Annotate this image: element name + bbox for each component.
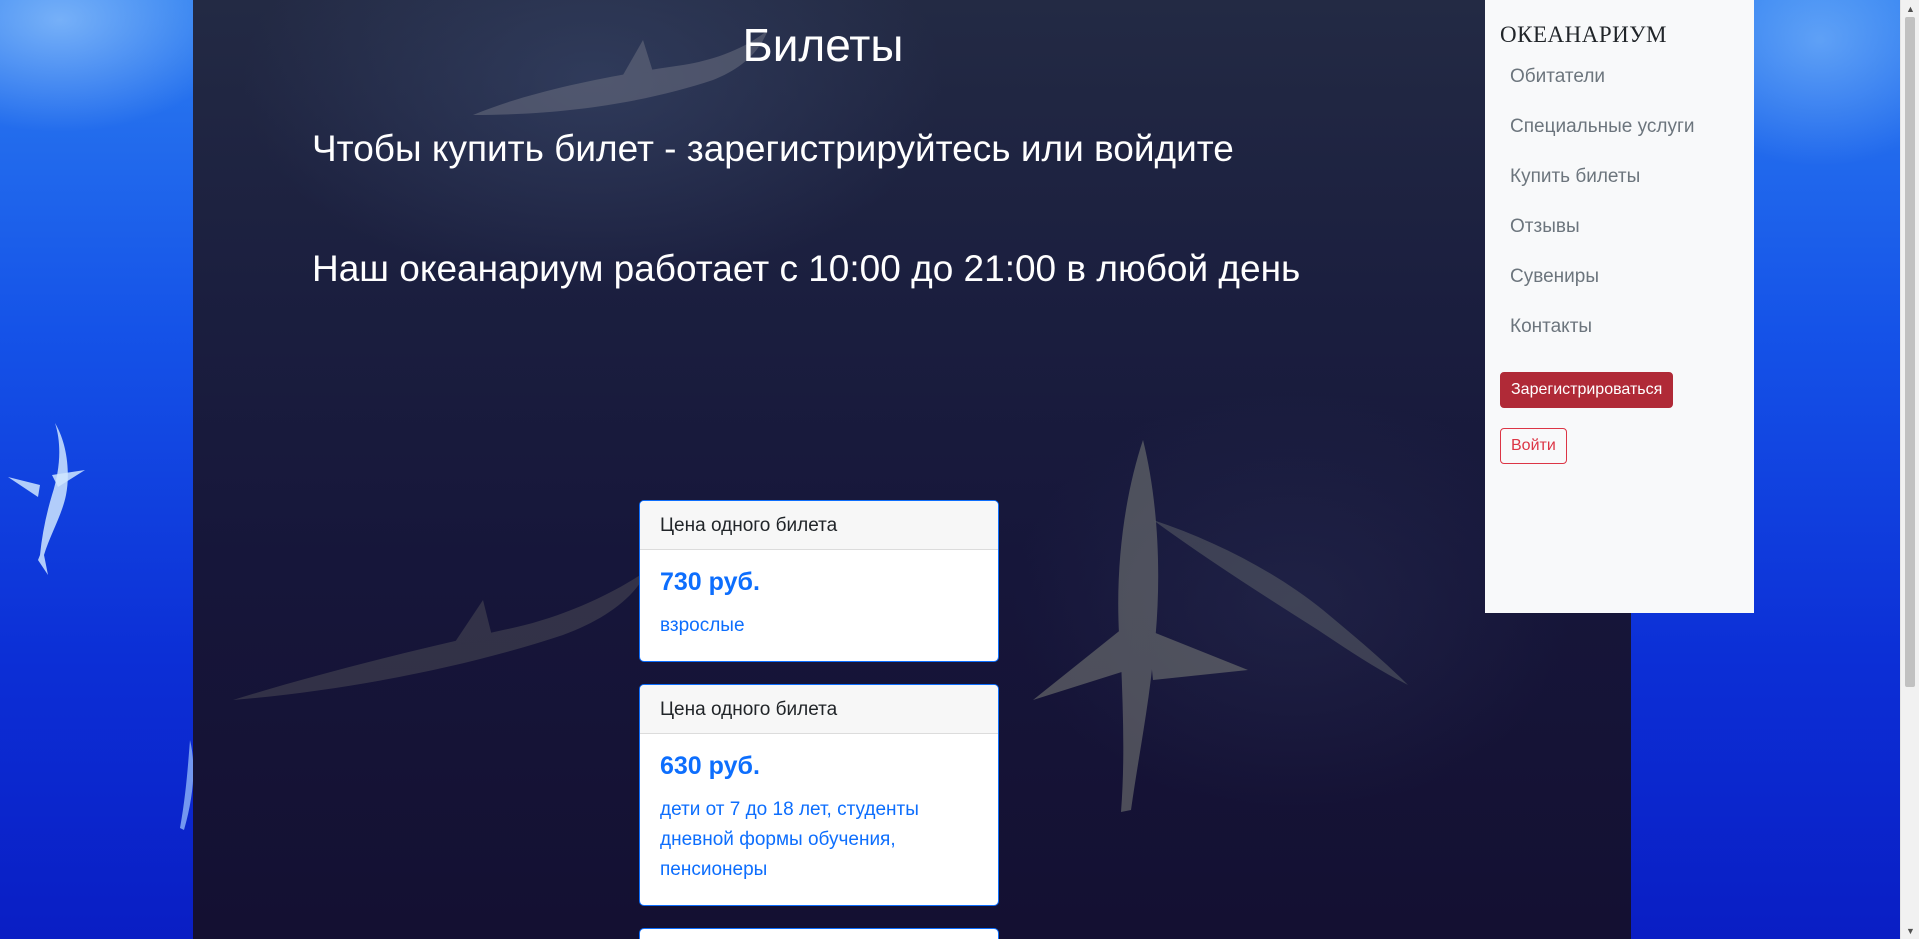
scroll-thumb[interactable]	[1905, 17, 1915, 687]
sidebar-item-buy-tickets[interactable]: Купить билеты	[1500, 162, 1739, 212]
shark-image-left	[8, 423, 85, 580]
ticket-price: 630 руб.	[660, 752, 760, 780]
sidebar-item-special-services[interactable]: Специальные услуги	[1500, 112, 1739, 162]
sidebar-item-inhabitants[interactable]: Обитатели	[1500, 62, 1739, 112]
brand-logo[interactable]: ОКЕАНАРИУМ	[1500, 22, 1739, 48]
shark-image-right	[1153, 520, 1408, 685]
ticket-card-partial	[639, 928, 999, 939]
sidebar-nav: ОКЕАНАРИУМ Обитатели Специальные услуги …	[1485, 0, 1754, 613]
vertical-scrollbar[interactable]: ▲ ▼	[1900, 0, 1919, 939]
sidebar-item-souvenirs[interactable]: Сувениры	[1500, 262, 1739, 312]
nav-list: Обитатели Специальные услуги Купить биле…	[1500, 62, 1739, 362]
ticket-card-header: Цена одного билета	[640, 501, 998, 550]
scroll-down-arrow-icon[interactable]: ▼	[1901, 922, 1919, 939]
shark-image-lower-left	[233, 570, 648, 700]
ticket-card-adult: Цена одного билета 730 руб. взрослые	[639, 500, 999, 662]
ticket-category: дети от 7 до 18 лет, студенты дневной фо…	[660, 799, 919, 880]
page-title: Билеты	[742, 19, 904, 71]
ticket-card-body: 630 руб. дети от 7 до 18 лет, студенты д…	[640, 734, 998, 905]
login-button[interactable]: Войти	[1500, 428, 1567, 464]
ticket-card-reduced: Цена одного билета 630 руб. дети от 7 до…	[639, 684, 999, 906]
sidebar-item-contacts[interactable]: Контакты	[1500, 312, 1739, 362]
ticket-card-header: Цена одного билета	[640, 685, 998, 734]
ticket-price: 730 руб.	[660, 568, 760, 596]
sidebar-item-reviews[interactable]: Отзывы	[1500, 212, 1739, 262]
register-button[interactable]: Зарегистрироваться	[1500, 372, 1674, 408]
ticket-card-body: 730 руб. взрослые	[640, 550, 998, 661]
opening-hours: Наш океанариум работает с 10:00 до 21:00…	[312, 248, 1301, 289]
login-prompt: Чтобы купить билет - зарегистрируйтесь и…	[312, 128, 1234, 169]
scroll-up-arrow-icon[interactable]: ▲	[1901, 0, 1919, 17]
content-panel: Билеты Чтобы купить билет - зарегистриру…	[193, 0, 1631, 939]
ticket-category: взрослые	[660, 615, 745, 636]
